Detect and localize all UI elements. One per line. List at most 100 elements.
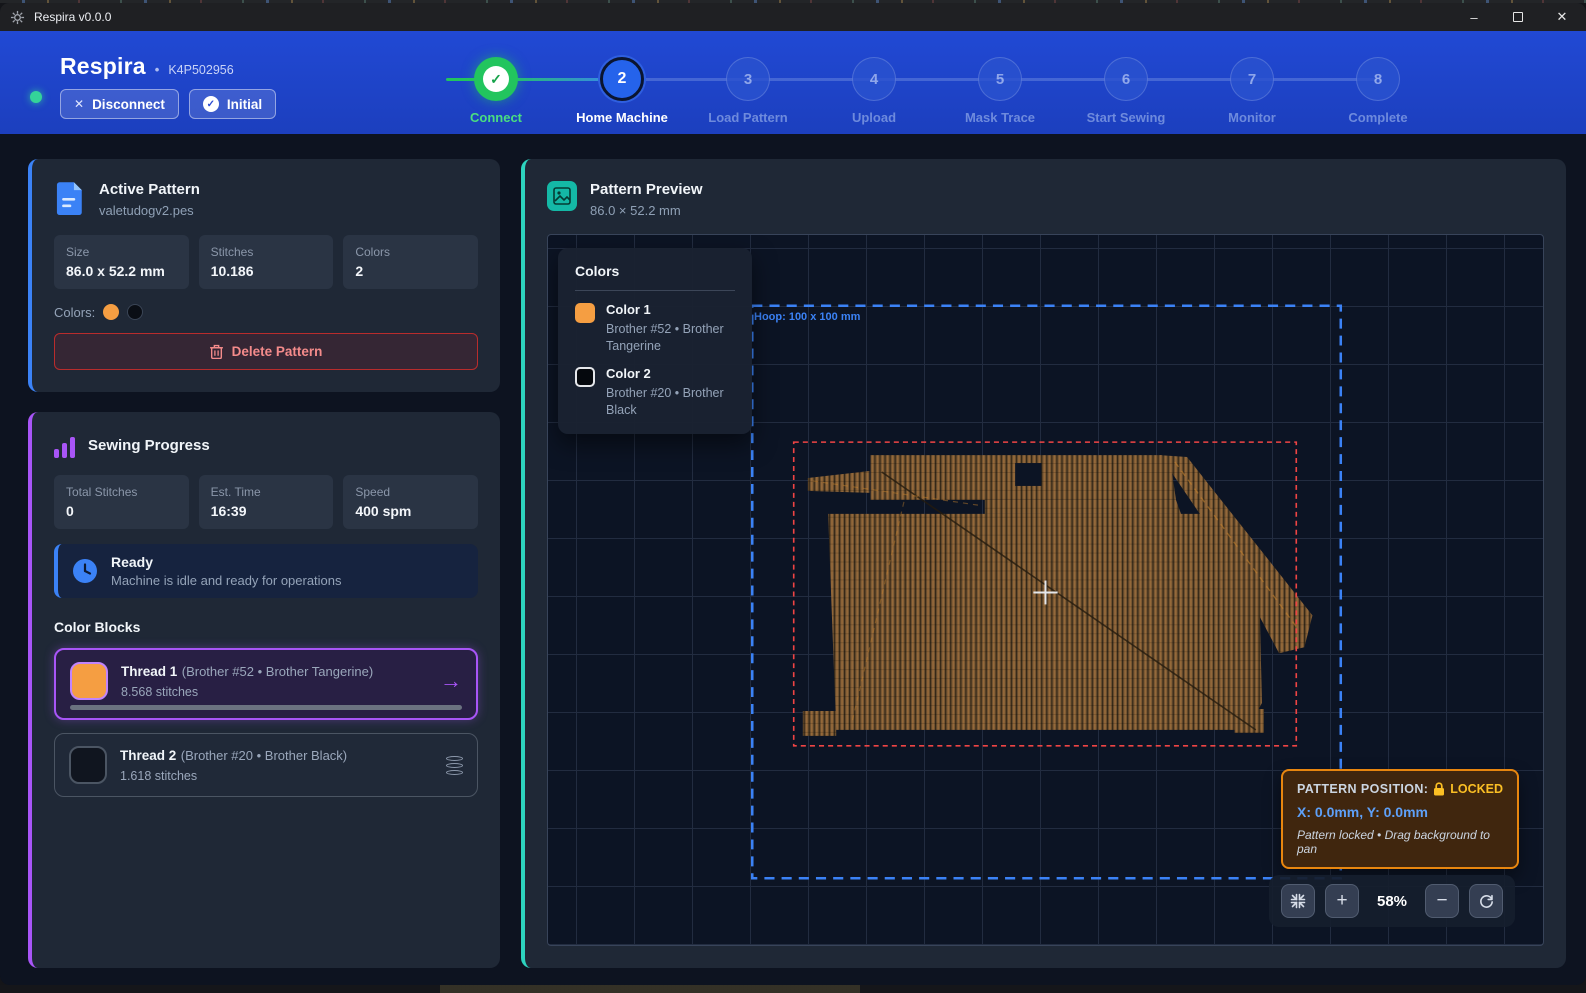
bar-chart-icon	[54, 436, 75, 458]
delete-pattern-label: Delete Pattern	[232, 344, 323, 359]
locked-label: LOCKED	[1450, 782, 1503, 796]
thread-1-name: Thread 1	[121, 664, 177, 679]
color-2-name: Color 2	[606, 366, 735, 381]
step-home-machine-circle: 2	[600, 57, 644, 101]
step-mask-trace-circle: 5	[978, 57, 1022, 101]
shield-check-icon: ✓	[203, 96, 219, 112]
step-complete-circle: 8	[1356, 57, 1400, 101]
zoom-controls: + 58% −	[1269, 875, 1515, 927]
step-load-pattern[interactable]: 3 Load Pattern	[685, 57, 811, 125]
color-item-1: Color 1 Brother #52 • Brother Tangerine	[575, 302, 735, 355]
fit-to-screen-icon	[1290, 893, 1306, 909]
stat-stitches: Stitches 10.186	[199, 235, 334, 289]
pattern-preview-title: Pattern Preview	[590, 181, 703, 198]
preview-canvas[interactable]: Hoop: 100 x 100 mm Colors Color 1 Brothe…	[547, 234, 1544, 946]
step-upload[interactable]: 4 Upload	[811, 57, 937, 125]
step-load-pattern-circle: 3	[726, 57, 770, 101]
stat-speed: Speed 400 spm	[343, 475, 478, 529]
status-subtitle: Machine is idle and ready for operations	[111, 573, 342, 588]
layers-icon	[446, 756, 463, 775]
trash-icon	[210, 344, 223, 359]
app-icon	[10, 10, 25, 25]
colors-row-label: Colors:	[54, 305, 95, 320]
color-item-2: Color 2 Brother #20 • Brother Black	[575, 366, 735, 419]
pattern-preview-card: Pattern Preview 86.0 × 52.2 mm	[521, 159, 1566, 968]
sewing-progress-card: Sewing Progress Total Stitches 0 Est. Ti…	[28, 412, 500, 968]
window-title: Respira v0.0.0	[34, 10, 111, 24]
thread-2-block[interactable]: Thread 2 (Brother #20 • Brother Black) 1…	[54, 733, 478, 797]
color-1-name: Color 1	[606, 302, 735, 317]
step-upload-label: Upload	[811, 110, 937, 125]
step-complete-label: Complete	[1315, 110, 1441, 125]
stitch-pattern	[803, 455, 1313, 736]
background-window-sliver-bottom	[0, 985, 1586, 993]
step-start-sewing-circle: 6	[1104, 57, 1148, 101]
zoom-out-button[interactable]: −	[1425, 884, 1459, 918]
disconnect-label: Disconnect	[92, 97, 165, 112]
stat-total-stitches: Total Stitches 0	[54, 475, 189, 529]
zoom-level: 58%	[1369, 893, 1415, 910]
maximize-button[interactable]	[1496, 3, 1540, 31]
clock-icon	[72, 558, 98, 584]
thread-2-stitches: 1.618 stitches	[120, 769, 433, 783]
thread-1-stitches: 8.568 stitches	[121, 685, 427, 699]
thread-1-detail: (Brother #52 • Brother Tangerine)	[182, 664, 373, 679]
step-connect-label: Connect	[433, 110, 559, 125]
thread-1-swatch	[70, 662, 108, 700]
colors-panel: Colors Color 1 Brother #52 • Brother Tan…	[558, 248, 752, 434]
sewing-progress-title: Sewing Progress	[88, 437, 210, 454]
initial-button[interactable]: ✓ Initial	[189, 89, 276, 119]
reset-view-button[interactable]	[1469, 884, 1503, 918]
machine-serial: K4P502956	[168, 63, 233, 77]
machine-status-box: Ready Machine is idle and ready for oper…	[54, 544, 478, 598]
step-start-sewing-label: Start Sewing	[1063, 110, 1189, 125]
stat-colors: Colors 2	[343, 235, 478, 289]
color-2-swatch	[575, 367, 595, 387]
stat-est-time: Est. Time 16:39	[199, 475, 334, 529]
step-mask-trace[interactable]: 5 Mask Trace	[937, 57, 1063, 125]
step-start-sewing[interactable]: 6 Start Sewing	[1063, 57, 1189, 125]
thread-2-name: Thread 2	[120, 748, 176, 763]
color-swatch-black	[127, 304, 143, 320]
step-connect-circle: ✓	[474, 57, 518, 101]
disconnect-button[interactable]: ✕ Disconnect	[60, 89, 179, 119]
reset-view-icon	[1478, 893, 1495, 910]
stat-size: Size 86.0 x 52.2 mm	[54, 235, 189, 289]
thread-1-block[interactable]: Thread 1 (Brother #52 • Brother Tangerin…	[54, 648, 478, 720]
pattern-position-label: PATTERN POSITION:	[1297, 782, 1428, 796]
minimize-button[interactable]: –	[1452, 3, 1496, 31]
file-icon	[54, 181, 86, 215]
main-content: Active Pattern valetudogv2.pes Size 86.0…	[0, 134, 1586, 985]
step-home-machine[interactable]: 2 Home Machine	[559, 57, 685, 125]
hoop-label: Hoop: 100 x 100 mm	[754, 311, 860, 323]
step-home-machine-label: Home Machine	[559, 110, 685, 125]
disconnect-x-icon: ✕	[74, 97, 84, 111]
connection-status-dot	[30, 91, 42, 103]
image-icon	[547, 181, 577, 211]
pattern-position-hint: Pattern locked • Drag background to pan	[1297, 828, 1503, 856]
fit-to-screen-button[interactable]	[1281, 884, 1315, 918]
step-monitor-label: Monitor	[1189, 110, 1315, 125]
status-title: Ready	[111, 554, 342, 570]
check-icon: ✓	[483, 66, 509, 92]
step-complete[interactable]: 8 Complete	[1315, 57, 1441, 125]
pattern-position-overlay: PATTERN POSITION: LOCKED X: 0.0mm, Y: 0.…	[1281, 769, 1519, 869]
maximize-icon	[1513, 12, 1523, 22]
step-connect[interactable]: ✓ Connect	[433, 57, 559, 125]
active-pattern-card: Active Pattern valetudogv2.pes Size 86.0…	[28, 159, 500, 392]
thread-2-swatch	[69, 746, 107, 784]
active-pattern-title: Active Pattern	[99, 181, 200, 198]
serial-bullet: •	[155, 62, 160, 77]
color-swatch-orange	[103, 304, 119, 320]
close-button[interactable]: ✕	[1540, 3, 1584, 31]
workflow-stepper: ✓ Connect 2 Home Machine 3 Load Pattern …	[440, 31, 1450, 134]
pattern-filename: valetudogv2.pes	[99, 203, 200, 218]
color-2-detail: Brother #20 • Brother Black	[606, 385, 735, 419]
color-1-swatch	[575, 303, 595, 323]
step-monitor[interactable]: 7 Monitor	[1189, 57, 1315, 125]
zoom-in-button[interactable]: +	[1325, 884, 1359, 918]
color-1-detail: Brother #52 • Brother Tangerine	[606, 321, 735, 355]
step-load-pattern-label: Load Pattern	[685, 110, 811, 125]
delete-pattern-button[interactable]: Delete Pattern	[54, 333, 478, 370]
step-upload-circle: 4	[852, 57, 896, 101]
